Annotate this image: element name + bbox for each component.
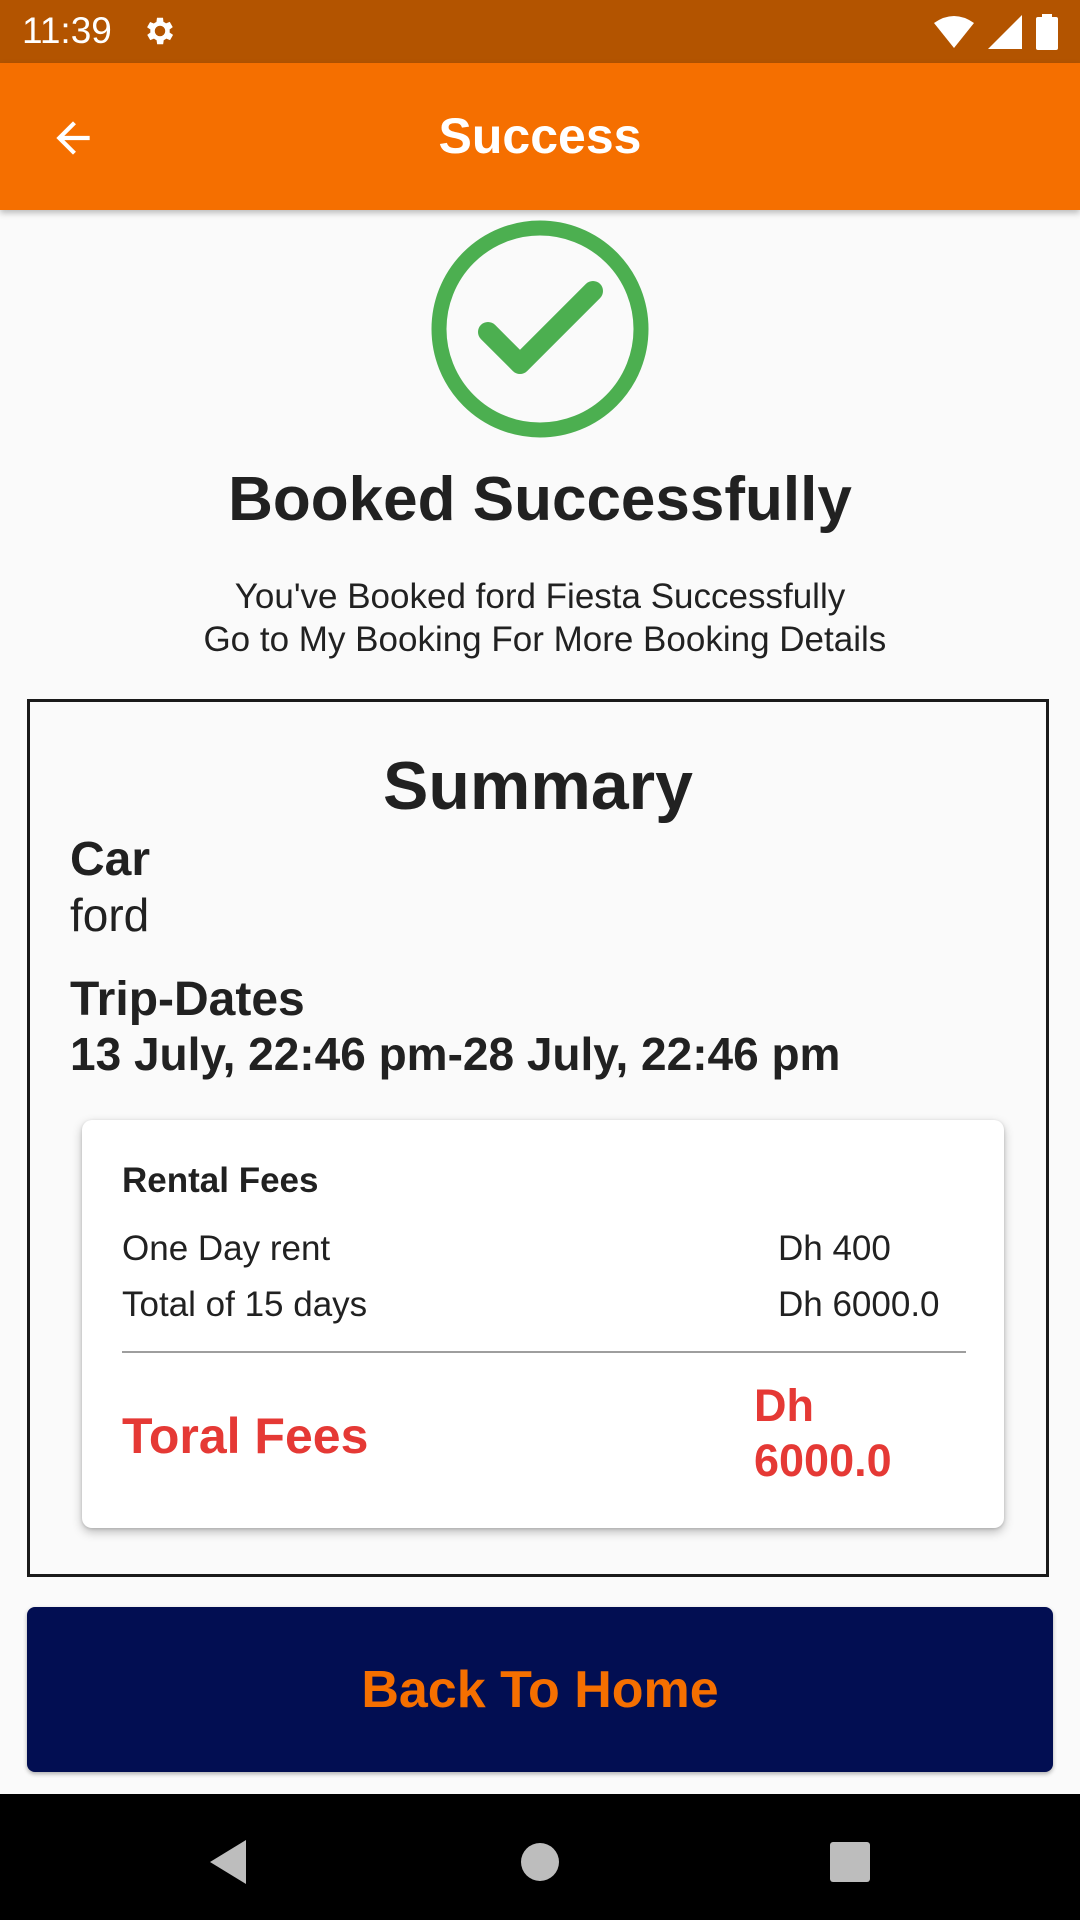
summary-title: Summary xyxy=(383,748,693,824)
success-message-line-2: Go to My Booking For More Booking Detail… xyxy=(193,620,887,659)
fee-row-label: Total of 15 days xyxy=(122,1285,368,1324)
success-message-line-1: You've Booked ford Fiesta Successfully xyxy=(234,577,846,616)
status-icons xyxy=(934,12,1058,52)
battery-icon xyxy=(1036,14,1058,50)
rental-fees-card: Rental Fees One Day rent Dh 400 Total of… xyxy=(82,1120,1004,1528)
trip-dates-value: 13 July, 22:46 pm-28 July, 22:46 pm xyxy=(70,1028,841,1080)
arrow-left-icon xyxy=(56,121,90,155)
back-triangle-icon xyxy=(210,1840,246,1884)
fee-row-value: Dh 400 xyxy=(778,1229,891,1268)
page-title: Success xyxy=(438,108,642,164)
nav-home-button[interactable] xyxy=(510,1832,570,1892)
fee-row-label: One Day rent xyxy=(122,1229,331,1268)
back-to-home-button[interactable]: Back To Home xyxy=(27,1607,1053,1772)
success-message: You've Booked ford Fiesta Successfully G… xyxy=(0,575,1080,661)
trip-dates-label: Trip-Dates xyxy=(70,973,305,1026)
back-button[interactable] xyxy=(38,103,108,173)
status-bar: 11:39 xyxy=(0,0,1080,63)
total-fees-value: Dh 6000.0 xyxy=(754,1380,892,1486)
nav-back-button[interactable] xyxy=(198,1832,258,1892)
nav-recents-button[interactable] xyxy=(820,1832,880,1892)
recents-square-icon xyxy=(830,1842,870,1882)
success-headline: Booked Successfully xyxy=(228,465,852,534)
total-fees-label: Toral Fees xyxy=(122,1408,369,1464)
status-time: 11:39 xyxy=(22,10,112,51)
wifi-icon xyxy=(934,16,974,48)
app-bar: Success xyxy=(0,63,1080,210)
rental-fees-title: Rental Fees xyxy=(122,1161,319,1200)
car-label: Car xyxy=(70,833,151,886)
gear-icon xyxy=(147,17,174,45)
car-value: ford xyxy=(70,889,150,941)
system-nav-bar xyxy=(0,1794,1080,1920)
fees-divider xyxy=(122,1351,966,1353)
home-circle-icon xyxy=(521,1843,559,1881)
summary-panel: Summary Car ford Trip-Dates 13 July, 22:… xyxy=(27,699,1049,1577)
signal-icon xyxy=(988,15,1022,49)
fee-row-value: Dh 6000.0 xyxy=(778,1285,940,1324)
check-circle-icon xyxy=(431,220,649,438)
